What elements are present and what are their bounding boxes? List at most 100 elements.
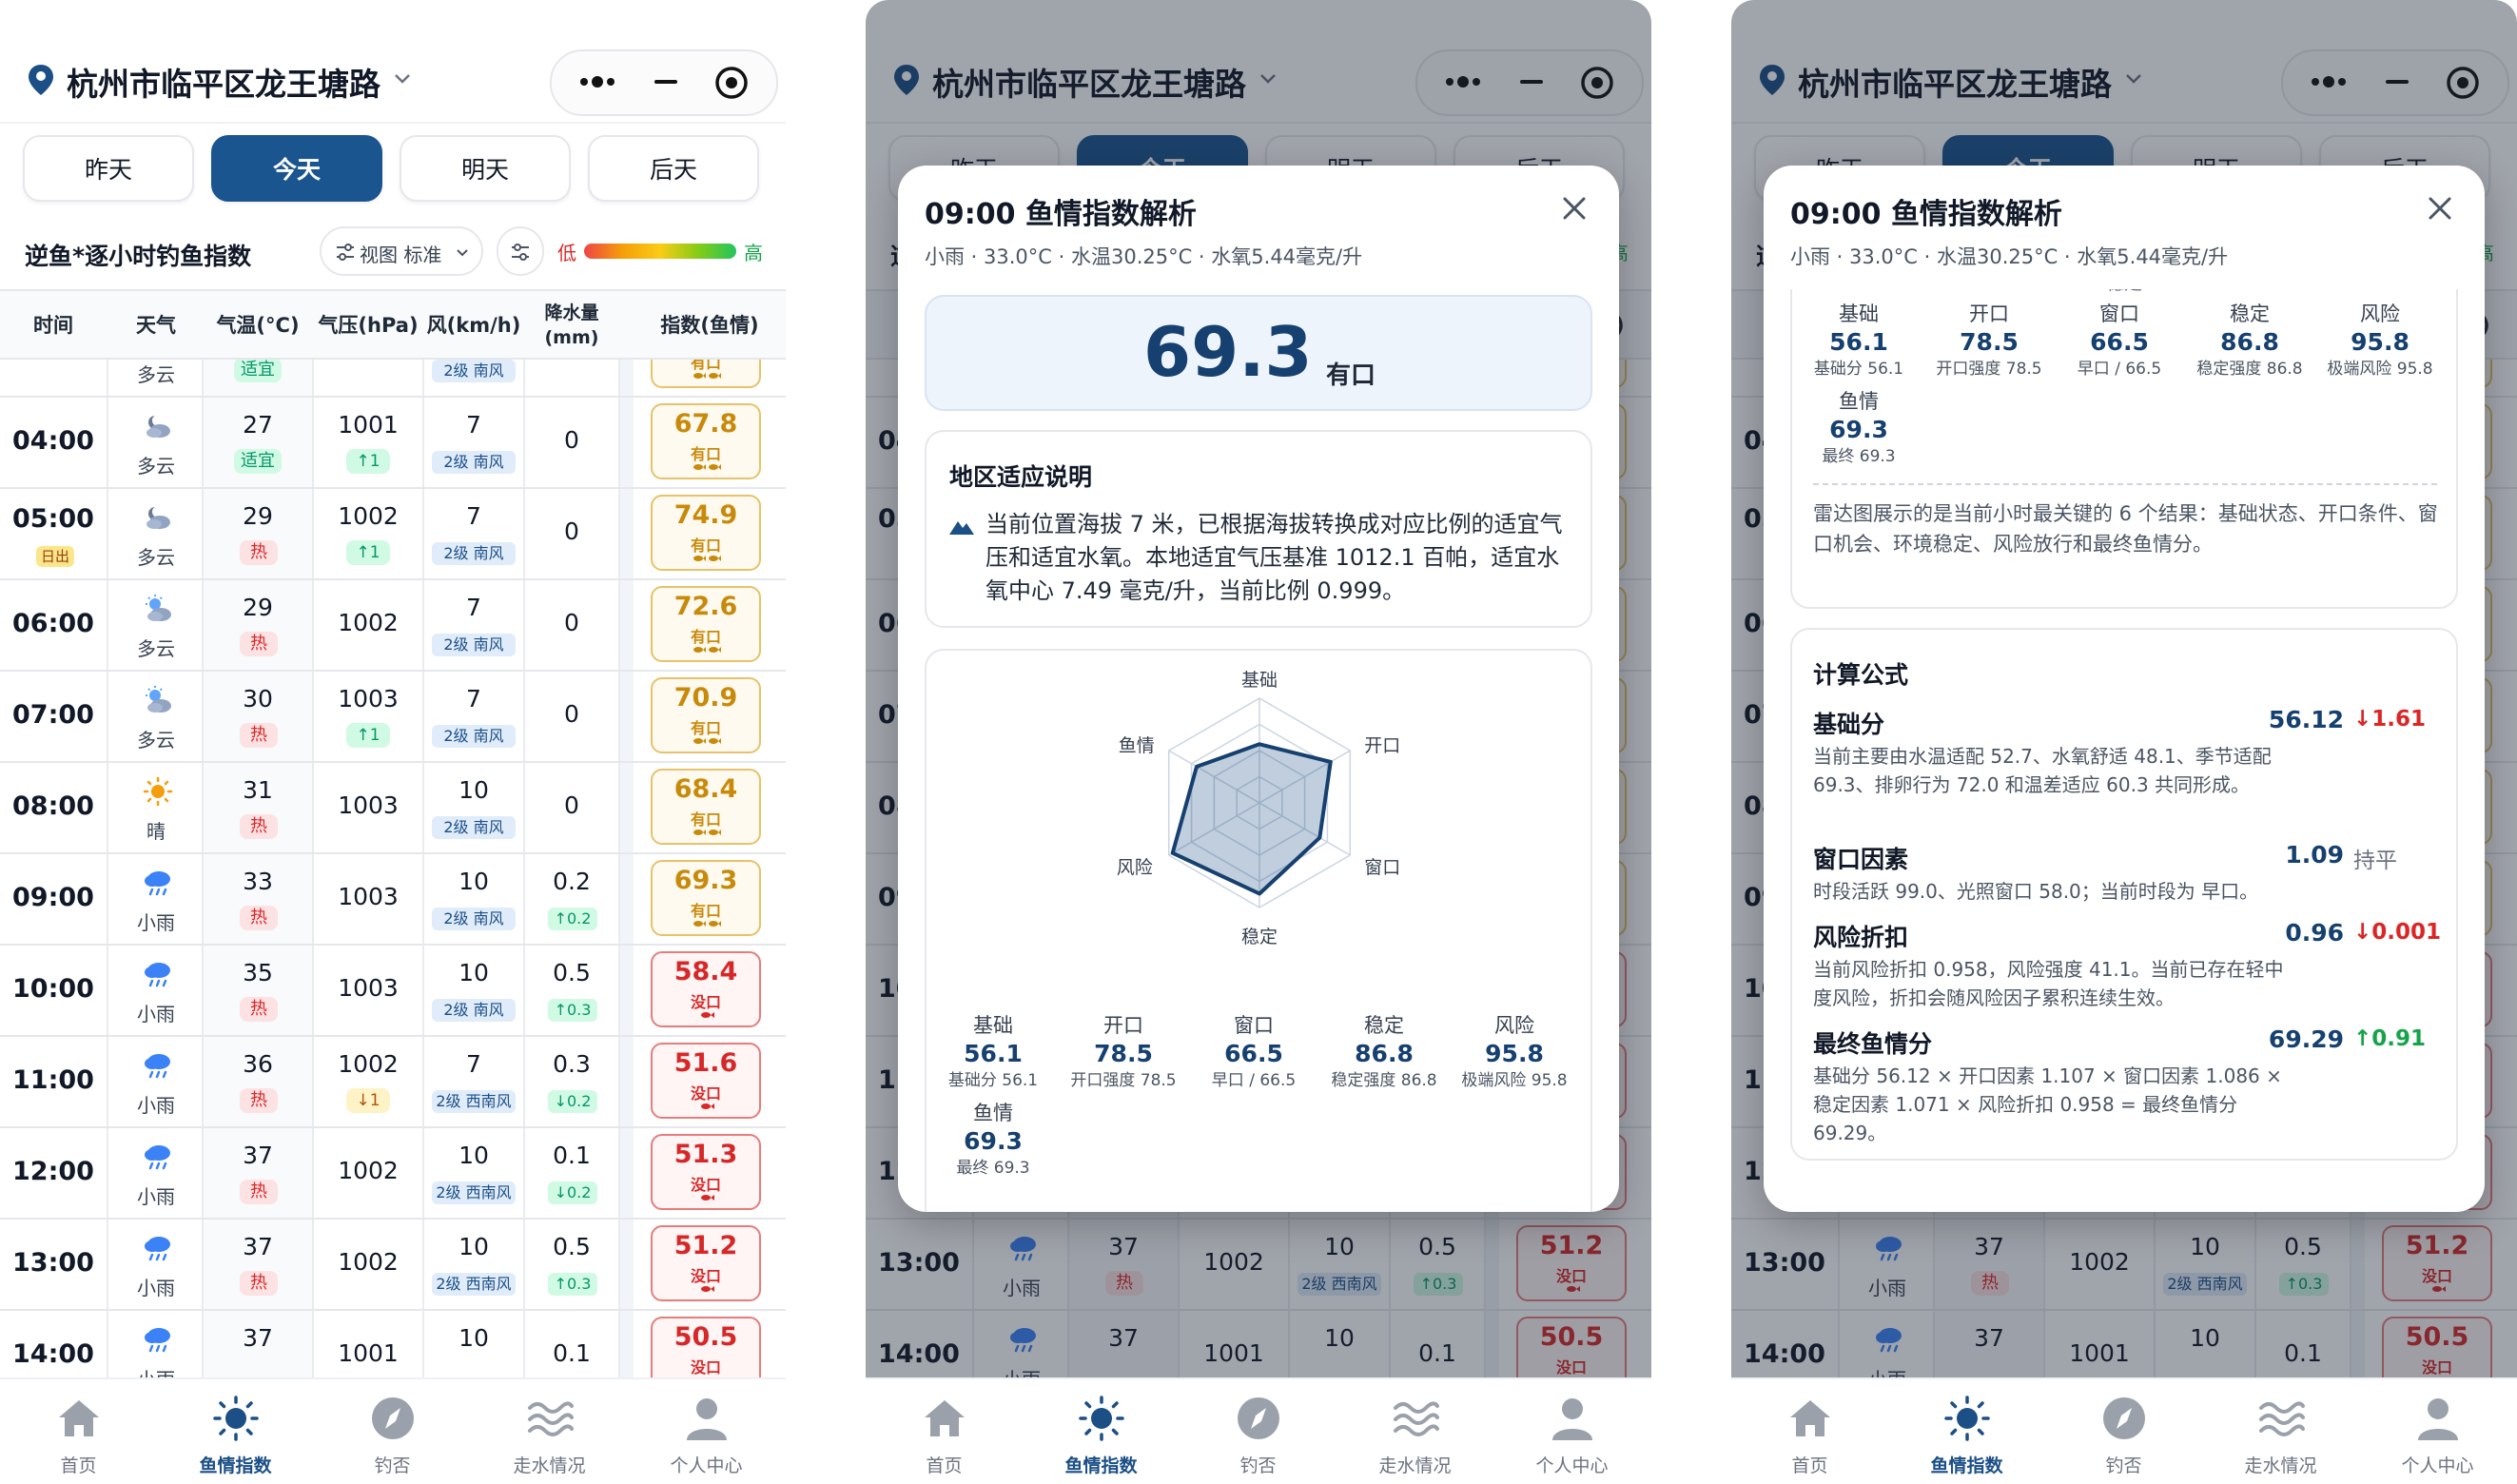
table-row[interactable]: 03:00 多云 适宜 1000 2级 南风 0 有口 [0, 360, 786, 398]
column-separator [523, 1128, 525, 1218]
fishing-index-value: 67.8 [673, 409, 738, 439]
fishing-index-value: 74.9 [673, 500, 738, 530]
column-separator [618, 580, 620, 670]
rain-icon [145, 1145, 170, 1170]
fishing-index-cell[interactable]: 51.6 没口 [634, 1037, 786, 1126]
table-row[interactable]: 14:00 小雨 37 1001 10 0.1 50.5 没口 [0, 1311, 786, 1377]
fishing-index-badge[interactable]: 70.9 有口 [651, 677, 761, 753]
wind-level-badge: 2级 南风 [432, 816, 516, 839]
table-row[interactable]: 10:00 小雨 35 热 1003 10 2级 南风 0.5 ↑0.3 58.4 没口 [0, 946, 786, 1037]
fishing-index-badge[interactable]: 50.5 没口 [651, 1317, 761, 1377]
day-tab-3[interactable]: 后天 [588, 135, 759, 202]
nav-tab-3[interactable]: 走水情况 [1337, 1379, 1493, 1484]
day-tab-1[interactable]: 今天 [211, 135, 382, 202]
nav-tab-1[interactable]: 鱼情指数 [157, 1379, 314, 1484]
fishing-index-badge[interactable]: 74.9 有口 [651, 495, 761, 571]
temperature-badge: 热 [240, 814, 278, 839]
column-header-5[interactable]: 降水量 (mm) [525, 291, 618, 360]
hidden-column-gap [620, 398, 634, 487]
minimize-icon[interactable] [647, 70, 685, 93]
fishing-index-badge[interactable]: 51.2 没口 [651, 1225, 761, 1301]
column-header-4[interactable]: 风(km/h) [424, 291, 523, 360]
fishing-index-badge[interactable]: 67.8 有口 [651, 403, 761, 479]
column-separator [618, 1128, 620, 1218]
nav-tab-0[interactable]: 首页 [0, 1379, 157, 1484]
fishing-index-cell[interactable]: 74.9 有口 [634, 489, 786, 578]
column-header-1[interactable]: 天气 [108, 291, 204, 360]
table-row[interactable]: 12:00 小雨 37 热 1002 10 2级 西南风 0.1 ↓0.2 51.3 没口 [0, 1128, 786, 1220]
close-icon[interactable] [1560, 194, 1589, 223]
fishing-index-badge[interactable]: 68.4 有口 [651, 769, 761, 845]
precipitation-cell: 0 [525, 672, 618, 761]
fishing-index-value: 70.9 [673, 683, 738, 713]
fishing-index-badge[interactable]: 58.4 没口 [651, 951, 761, 1027]
day-tab-0[interactable]: 昨天 [23, 135, 194, 202]
table-row[interactable]: 04:00 多云 27 适宜 1001 ↑1 7 2级 南风 0 67.8 有口 [0, 398, 786, 489]
table-row[interactable]: 13:00 小雨 37 热 1002 10 2级 西南风 0.5 ↑0.3 51.2 没口 [0, 1220, 786, 1311]
column-separator [202, 672, 204, 761]
fishing-index-cell[interactable]: 51.2 没口 [634, 1220, 786, 1309]
fishing-index-cell[interactable]: 72.6 有口 [634, 580, 786, 670]
nav-tab-4[interactable]: 个人中心 [1493, 1379, 1650, 1484]
fishing-index-badge[interactable]: 51.3 没口 [651, 1134, 761, 1210]
table-row[interactable]: 05:00 日出 多云 29 热 1002 ↑1 7 2级 南风 0 74.9 有口 [0, 489, 786, 580]
nav-tab-2[interactable]: 钓否 [314, 1379, 471, 1484]
fishing-index-cell[interactable]: 68.4 有口 [634, 763, 786, 852]
fishing-index-cell[interactable]: 58.4 没口 [634, 946, 786, 1035]
score-summary: 69.3 有口 [925, 295, 1592, 411]
filter-button[interactable] [497, 226, 544, 276]
formula-description: 时段活跃 99.0、光照窗口 58.0；当前时段为 早口。 [1813, 880, 2259, 903]
radar-card: 稳定基础56.1基础分 56.1开口78.5开口强度 78.5窗口66.5早口 … [1790, 289, 2458, 609]
table-row[interactable]: 08:00 晴 31 热 1003 10 2级 南风 0 68.4 有口 [0, 763, 786, 854]
weather-label: 小雨 [137, 1277, 175, 1299]
metric-detail: 开口强度 78.5 [1070, 1071, 1177, 1090]
table-row[interactable]: 11:00 小雨 36 热 1002 ↓1 7 2级 西南风 0.3 ↓0.2 51.6 没口 [0, 1037, 786, 1128]
waves-icon [1394, 1401, 1439, 1436]
fishing-index-cell[interactable]: 67.8 有口 [634, 398, 786, 487]
table-row[interactable]: 07:00 多云 30 热 1003 ↑1 7 2级 南风 0 70.9 有口 [0, 672, 786, 763]
column-header-0[interactable]: 时间 [0, 291, 107, 360]
location-name[interactable]: 杭州市临平区龙王塘路 [67, 59, 380, 105]
fishing-index-cell[interactable]: 有口 [634, 360, 786, 396]
hidden-column-gap [620, 1128, 634, 1218]
nav-tab-3[interactable]: 走水情况 [471, 1379, 628, 1484]
nav-tab-2[interactable]: 钓否 [1180, 1379, 1337, 1484]
fishing-index-label: 有口 [690, 628, 721, 646]
radar-axis-label: 开口 [1364, 735, 1401, 756]
nav-tab-2[interactable]: 钓否 [2045, 1379, 2202, 1484]
nav-tab-0[interactable]: 首页 [1731, 1379, 1888, 1484]
column-header-3[interactable]: 气压(hPa) [314, 291, 422, 360]
fishing-index-badge[interactable]: 69.3 有口 [651, 860, 761, 936]
table-row[interactable]: 06:00 多云 29 热 1002 7 2级 南风 0 72.6 有口 [0, 580, 786, 672]
nav-tab-label: 钓否 [1239, 1455, 1277, 1476]
fishing-index-cell[interactable]: 51.3 没口 [634, 1128, 786, 1218]
nav-tab-label: 个人中心 [670, 1455, 743, 1476]
fishing-index-badge[interactable]: 有口 [651, 360, 761, 388]
close-target-icon[interactable] [713, 65, 750, 101]
nav-tab-0[interactable]: 首页 [866, 1379, 1023, 1484]
precipitation-cell: 0 [525, 360, 618, 396]
close-icon[interactable] [2426, 194, 2454, 223]
table-row[interactable]: 09:00 小雨 33 热 1003 10 2级 南风 0.2 ↑0.2 69.3 有口 [0, 854, 786, 946]
nav-tab-4[interactable]: 个人中心 [628, 1379, 785, 1484]
column-header-6[interactable]: 指数(鱼情) [634, 291, 786, 360]
column-header-2[interactable]: 气温(°C) [204, 291, 312, 360]
nav-tab-4[interactable]: 个人中心 [2359, 1379, 2516, 1484]
day-tab-2[interactable]: 明天 [400, 135, 571, 202]
nav-tab-1[interactable]: 鱼情指数 [1023, 1379, 1180, 1484]
temperature-value: 27 [243, 411, 273, 439]
view-select[interactable]: 视图 标准 [320, 226, 483, 276]
more-dots-icon[interactable] [575, 70, 620, 93]
chevron-down-icon[interactable] [392, 68, 413, 89]
hour-label: 13:00 [12, 1248, 94, 1278]
nav-tab-1[interactable]: 鱼情指数 [1888, 1379, 2045, 1484]
nav-tab-3[interactable]: 走水情况 [2202, 1379, 2359, 1484]
fishing-index-badge[interactable]: 51.6 没口 [651, 1043, 761, 1119]
column-separator [312, 763, 314, 852]
fishing-index-badge[interactable]: 72.6 有口 [651, 586, 761, 662]
fishing-index-cell[interactable]: 70.9 有口 [634, 672, 786, 761]
fishing-index-cell[interactable]: 50.5 没口 [634, 1311, 786, 1377]
nav-tab-label: 个人中心 [2401, 1455, 2474, 1476]
home-icon [1790, 1400, 1830, 1436]
fishing-index-cell[interactable]: 69.3 有口 [634, 854, 786, 944]
